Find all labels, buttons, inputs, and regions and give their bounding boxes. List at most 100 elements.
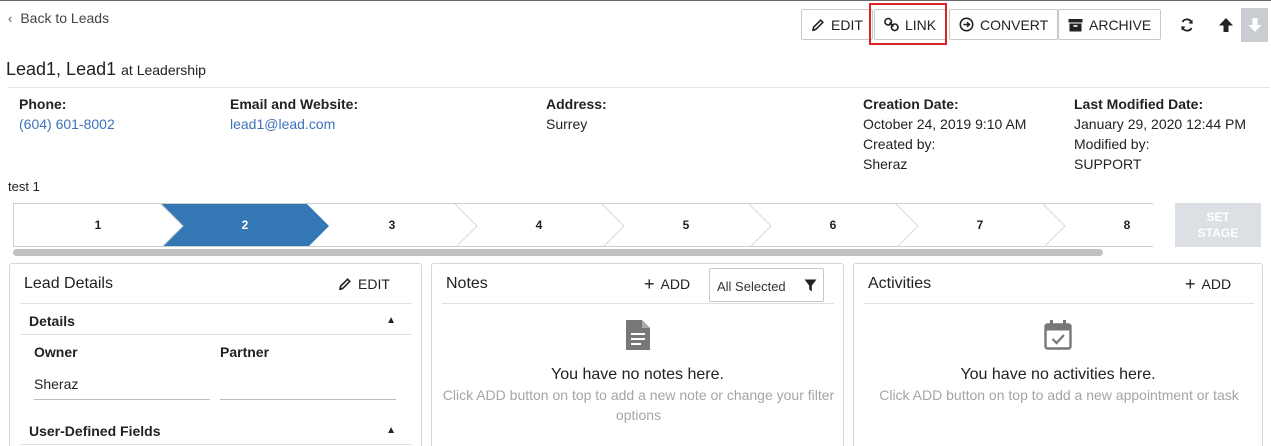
plus-icon: + <box>1185 274 1196 294</box>
convert-button-label: CONVERT <box>980 16 1049 33</box>
stage-7[interactable]: 7 <box>970 218 990 232</box>
notes-empty-line2: options <box>615 407 662 423</box>
back-to-leads-link[interactable]: ‹ Back to Leads <box>8 10 109 26</box>
partner-underline <box>220 399 396 400</box>
lead-details-panel: Lead Details EDIT Details ▲ Owner Partne… <box>9 263 422 446</box>
panel-divider <box>442 303 834 304</box>
convert-circle-icon <box>959 17 974 32</box>
owner-underline <box>34 399 210 400</box>
back-to-leads-label: Back to Leads <box>20 10 110 26</box>
udf-section-title: User-Defined Fields <box>29 423 161 439</box>
email-link[interactable]: lead1@lead.com <box>230 114 358 134</box>
modified-block: Last Modified Date: January 29, 2020 12:… <box>1074 94 1246 174</box>
calendar-check-icon <box>1044 320 1072 350</box>
stage-pipeline: 1 2 3 4 5 6 7 8 <box>13 203 1153 247</box>
modified-by-label: Modified by: <box>1074 136 1150 152</box>
stage-8[interactable]: 8 <box>1117 218 1137 232</box>
panel-divider <box>864 303 1254 304</box>
set-stage-line1: SET <box>1206 210 1230 224</box>
phone-block: Phone: (604) 601-8002 <box>19 94 115 134</box>
stage-divider <box>1042 204 1066 246</box>
created-by-label: Created by: <box>863 136 936 152</box>
notes-empty-title: You have no notes here. <box>551 366 724 383</box>
next-lead-button[interactable] <box>1241 8 1268 42</box>
creation-block: Creation Date: October 24, 2019 9:10 AM … <box>863 94 1026 174</box>
activities-empty-subtitle: Click ADD button on top to add a new app… <box>879 387 1239 403</box>
modified-date-label: Last Modified Date: <box>1074 96 1204 112</box>
phone-link[interactable]: (604) 601-8002 <box>19 114 115 134</box>
details-section-header[interactable]: Details ▲ <box>20 305 412 335</box>
notes-filter-select[interactable]: All Selected <box>709 268 824 302</box>
activities-title: Activities <box>868 275 932 292</box>
filter-funnel-icon <box>804 279 817 292</box>
set-stage-line2: STAGE <box>1197 226 1239 240</box>
pencil-icon <box>811 18 824 31</box>
activities-add-label: ADD <box>1201 276 1232 292</box>
chevron-left-icon: ‹ <box>8 10 13 26</box>
stage-divider <box>748 204 772 246</box>
udf-section-header[interactable]: User-Defined Fields ▲ <box>20 415 412 445</box>
lead-details-edit-button[interactable]: EDIT <box>338 276 390 292</box>
modified-date-value: January 29, 2020 12:44 PM <box>1074 116 1247 132</box>
address-label: Address: <box>546 96 607 112</box>
notes-filter-value: All Selected <box>717 279 786 294</box>
email-label: Email and Website: <box>230 96 359 112</box>
archive-box-icon <box>1068 18 1083 31</box>
lead-description: test 1 <box>8 179 40 194</box>
partner-label: Partner <box>220 344 270 360</box>
arrow-up-icon <box>1219 18 1233 32</box>
stage-5[interactable]: 5 <box>676 218 696 232</box>
link-button-highlight <box>869 3 947 45</box>
collapse-caret-icon: ▲ <box>386 315 396 326</box>
modified-by-value: SUPPORT <box>1074 156 1142 172</box>
lead-name: Lead1, Lead1 <box>6 59 117 79</box>
set-stage-button[interactable]: SET STAGE <box>1175 203 1261 247</box>
stage-3[interactable]: 3 <box>382 218 402 232</box>
stage-divider <box>601 204 625 246</box>
edit-button[interactable]: EDIT <box>801 9 873 40</box>
notes-panel: Notes + ADD All Selected You have no not… <box>431 263 844 446</box>
lead-detail-page: ‹ Back to Leads EDIT LINK CONVERT ARCHIV… <box>0 0 1271 446</box>
creation-date-value: October 24, 2019 9:10 AM <box>863 116 1027 132</box>
phone-label: Phone: <box>19 96 67 112</box>
creation-date-label: Creation Date: <box>863 96 959 112</box>
previous-lead-button[interactable] <box>1213 11 1239 39</box>
lead-title: Lead1, Lead1 at Leadership <box>6 59 206 80</box>
collapse-caret-icon: ▲ <box>386 425 396 436</box>
arrow-down-icon <box>1248 18 1261 32</box>
document-icon <box>626 320 650 350</box>
lead-details-title: Lead Details <box>24 275 113 292</box>
email-block: Email and Website: lead1@lead.com <box>230 94 358 134</box>
address-block: Address: Surrey <box>546 94 607 134</box>
notes-empty-subtitle: Click ADD button on top to add a new not… <box>432 385 843 425</box>
convert-button[interactable]: CONVERT <box>949 9 1059 40</box>
panel-divider <box>20 303 412 304</box>
archive-button[interactable]: ARCHIVE <box>1058 9 1162 40</box>
owner-label: Owner <box>34 344 78 360</box>
notes-add-button[interactable]: + ADD <box>644 275 691 293</box>
stage-4[interactable]: 4 <box>529 218 549 232</box>
notes-empty-line1: Click ADD button on top to add a new not… <box>442 387 835 403</box>
archive-button-label: ARCHIVE <box>1089 16 1152 33</box>
activities-add-button[interactable]: + ADD <box>1185 274 1232 294</box>
lead-details-edit-label: EDIT <box>358 276 390 292</box>
notes-add-label: ADD <box>660 276 691 292</box>
lead-company: at Leadership <box>121 62 206 78</box>
owner-value: Sheraz <box>34 376 79 392</box>
stage-2[interactable]: 2 <box>235 218 255 232</box>
refresh-button[interactable] <box>1174 11 1200 39</box>
details-section-title: Details <box>29 313 75 329</box>
address-value: Surrey <box>546 116 588 132</box>
created-by-value: Sheraz <box>863 156 908 172</box>
edit-button-label: EDIT <box>831 16 863 33</box>
stage-1[interactable]: 1 <box>88 218 108 232</box>
refresh-icon <box>1181 18 1193 32</box>
stage-scrollbar[interactable] <box>13 249 1103 256</box>
activities-panel: Activities + ADD You have no activities … <box>853 263 1263 446</box>
notes-title: Notes <box>446 275 488 292</box>
pencil-icon <box>338 278 351 291</box>
stage-divider <box>895 204 919 246</box>
stage-6[interactable]: 6 <box>823 218 843 232</box>
lead-info-row: Phone: (604) 601-8002 Email and Website:… <box>8 87 1270 177</box>
activities-empty-title: You have no activities here. <box>960 366 1156 383</box>
